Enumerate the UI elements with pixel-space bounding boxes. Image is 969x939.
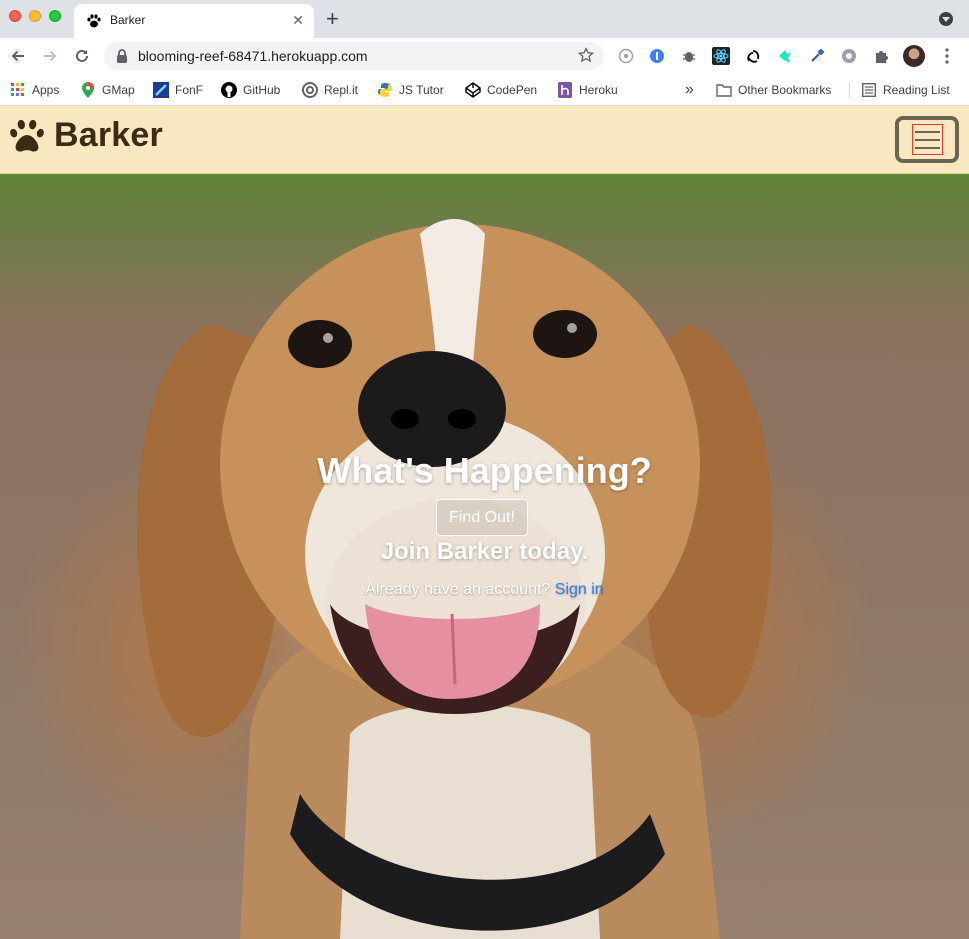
bookmark-star-icon[interactable] — [578, 47, 594, 63]
lock-icon[interactable] — [116, 49, 128, 63]
bookmark-codepen[interactable]: CodePen — [465, 80, 537, 100]
extension-eyedropper-icon[interactable] — [808, 47, 826, 65]
extension-settings-icon[interactable] — [840, 47, 858, 65]
bookmark-label: Apps — [32, 83, 60, 97]
forward-icon[interactable] — [40, 46, 60, 66]
extension-react-icon[interactable] — [712, 47, 730, 65]
bookmarks-divider — [849, 82, 850, 98]
reading-list[interactable]: Reading List — [861, 80, 950, 100]
browser-tab[interactable]: Barker ✕ — [74, 4, 314, 38]
bookmark-label: Heroku — [579, 83, 618, 97]
other-bookmarks-label: Other Bookmarks — [738, 83, 832, 97]
other-bookmarks[interactable]: Other Bookmarks — [716, 80, 831, 100]
bookmark-label: GMap — [102, 83, 135, 97]
codepen-icon — [465, 82, 481, 98]
find-out-button[interactable]: Find Out! — [436, 499, 528, 536]
extension-bird-icon[interactable] — [776, 47, 794, 65]
tab-title: Barker — [110, 13, 146, 27]
site-navbar: Barker — [0, 106, 969, 174]
new-tab-button[interactable]: + — [326, 8, 339, 30]
browser-toolbar: blooming-reef-68471.herokuapp.com — [0, 38, 969, 74]
heroku-icon — [557, 82, 573, 98]
brand-name: Barker — [54, 116, 163, 154]
bookmarks-bar: Apps GMap FonF GitHub Repl.it JS Tutor C… — [0, 74, 969, 106]
join-text: Join Barker today. — [380, 538, 589, 565]
address-bar[interactable]: blooming-reef-68471.herokuapp.com — [104, 42, 604, 70]
hero-headline: What's Happening? — [317, 450, 652, 491]
bookmarks-overflow-button[interactable]: » — [685, 80, 694, 100]
url-text: blooming-reef-68471.herokuapp.com — [138, 48, 368, 64]
account-prompt-text: Already have an account? — [365, 581, 551, 598]
extension-1password-icon[interactable] — [648, 47, 666, 65]
hamburger-menu-icon — [911, 124, 943, 155]
signin-prompt: Already have an account? Sign in — [0, 581, 969, 599]
close-window-button[interactable] — [9, 10, 21, 22]
github-icon — [221, 82, 237, 98]
fonf-icon — [153, 82, 169, 98]
bookmark-label: Repl.it — [324, 83, 359, 97]
tab-search-icon[interactable] — [939, 12, 953, 26]
reading-list-label: Reading List — [883, 83, 950, 97]
folder-icon — [716, 82, 732, 98]
bookmark-label: CodePen — [487, 83, 538, 97]
reload-icon[interactable] — [72, 46, 92, 66]
browser-menu-icon[interactable] — [940, 47, 954, 65]
bookmark-fonf[interactable]: FonF — [153, 80, 203, 100]
reading-list-icon — [861, 82, 877, 98]
browser-tab-bar: Barker ✕ + — [0, 0, 969, 38]
profile-avatar[interactable] — [903, 45, 925, 67]
bookmark-github[interactable]: GitHub — [221, 80, 280, 100]
bookmark-apps[interactable]: Apps — [10, 80, 59, 100]
paw-icon — [87, 14, 101, 28]
bookmark-replit[interactable]: Repl.it — [302, 80, 358, 100]
web-page: Barker What's Happening? Find Out! Join … — [0, 106, 969, 939]
replit-icon — [302, 82, 318, 98]
extensions-puzzle-icon[interactable] — [872, 47, 890, 65]
brand-link[interactable]: Barker — [8, 116, 163, 155]
bookmark-label: JS Tutor — [399, 83, 444, 97]
map-pin-icon — [80, 82, 96, 98]
apps-grid-icon — [10, 82, 26, 98]
extension-redux-icon[interactable] — [744, 47, 762, 65]
paw-logo-icon — [10, 119, 44, 152]
extension-bug-icon[interactable] — [680, 47, 698, 65]
bookmark-label: GitHub — [243, 83, 281, 97]
back-icon[interactable] — [8, 46, 28, 66]
bookmark-gmap[interactable]: GMap — [80, 80, 135, 100]
navbar-toggle-button[interactable] — [895, 116, 959, 163]
minimize-window-button[interactable] — [29, 10, 41, 22]
extension-timer-icon[interactable] — [617, 47, 635, 65]
bookmark-js-tutor[interactable]: JS Tutor — [377, 80, 444, 100]
tab-close-icon[interactable]: ✕ — [292, 11, 304, 29]
bookmark-heroku[interactable]: Heroku — [557, 80, 618, 100]
signin-link[interactable]: Sign in — [555, 581, 604, 598]
bookmark-label: FonF — [175, 83, 204, 97]
python-icon — [377, 82, 393, 98]
maximize-window-button[interactable] — [49, 10, 61, 22]
